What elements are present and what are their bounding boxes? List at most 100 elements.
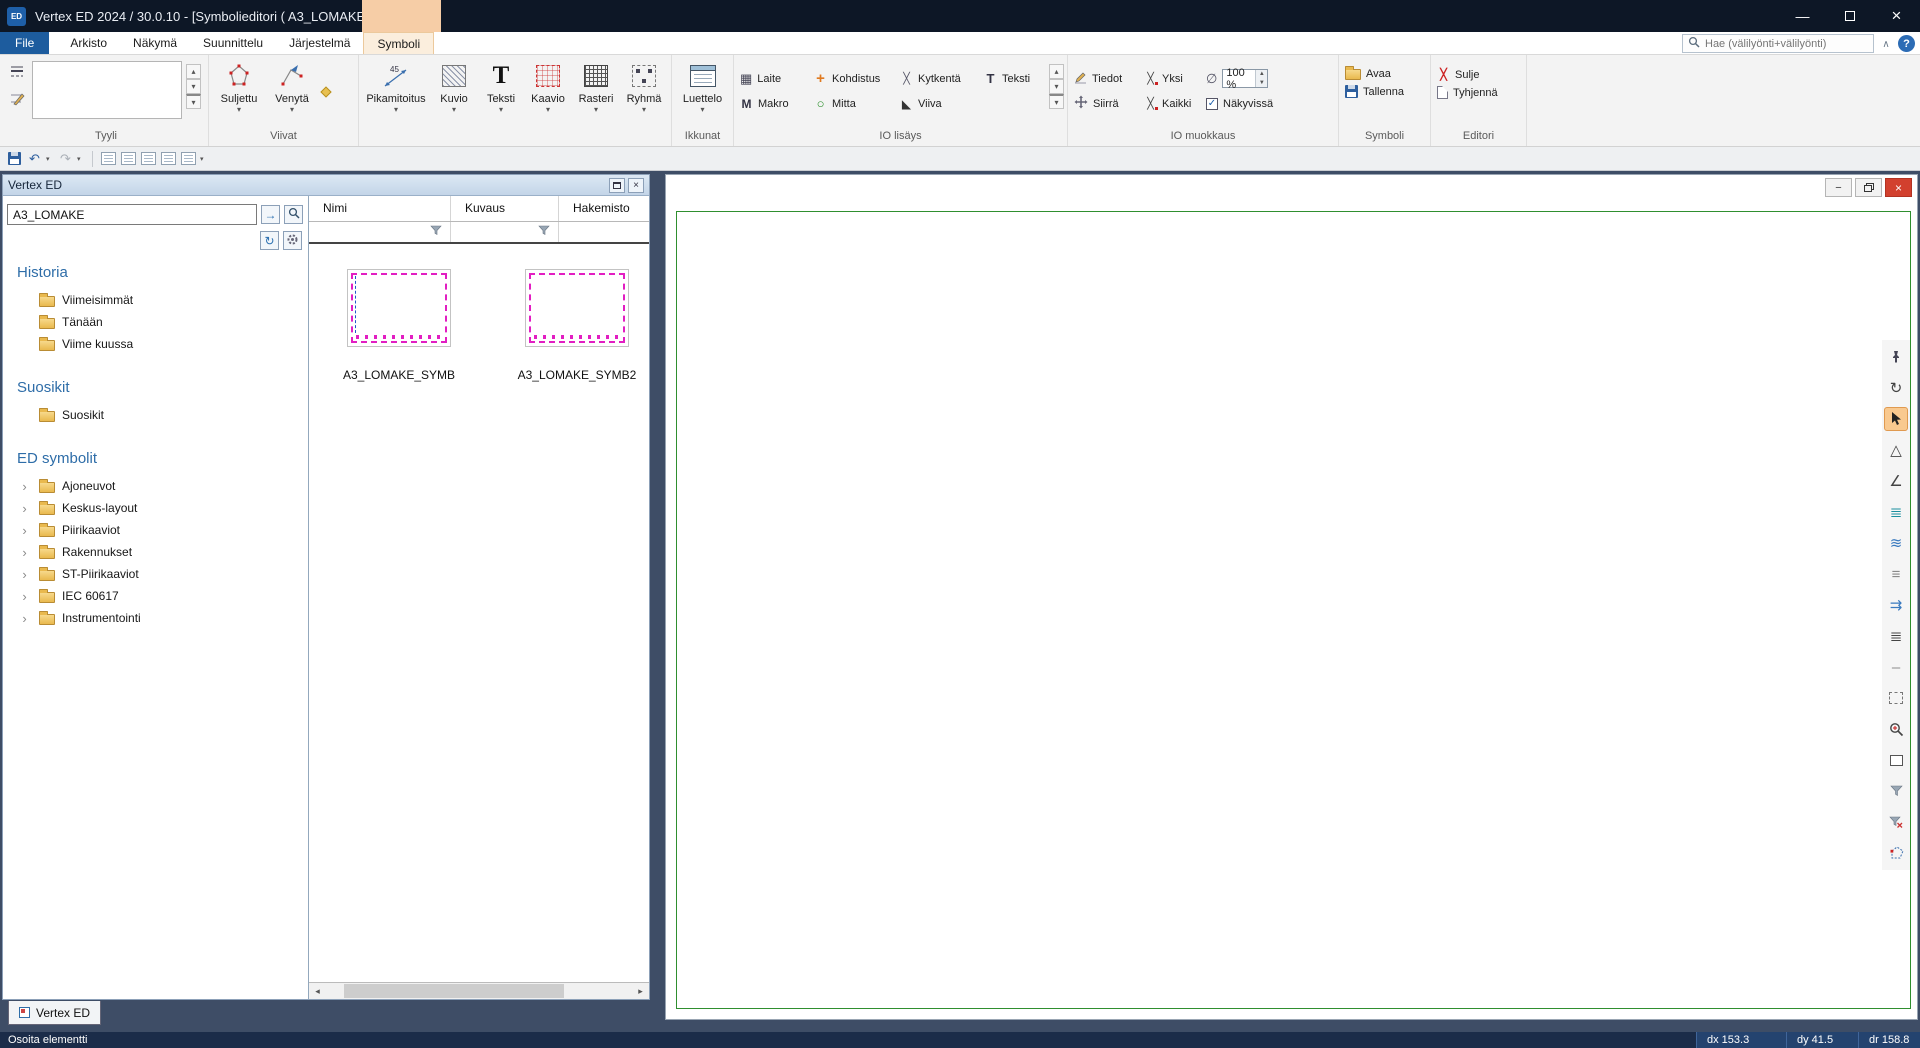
tab-arkisto[interactable]: Arkisto (57, 32, 120, 54)
yksi-button[interactable]: ╳Yksi (1141, 72, 1203, 85)
tree-item-tanaan[interactable]: Tänään (15, 311, 308, 333)
scroll-right-icon[interactable]: ▸ (632, 983, 649, 999)
avaa-button[interactable]: Avaa (1342, 68, 1407, 80)
chevron-right-icon[interactable]: › (17, 545, 32, 560)
rasteri-button[interactable]: Rasteri ▾ (572, 58, 620, 128)
mitta-button[interactable]: ○Mitta (811, 96, 897, 111)
settings-button[interactable] (283, 231, 302, 250)
symbol-thumbnail-a3-lomake-symb2[interactable] (525, 269, 629, 347)
maximize-button[interactable] (1826, 0, 1873, 32)
global-search-input[interactable] (1705, 38, 1868, 50)
horizontal-scrollbar[interactable]: ◂ ▸ (309, 982, 649, 999)
panel-tab-vertex-ed[interactable]: Vertex ED (8, 1001, 101, 1025)
symbol-thumbnail-a3-lomake-symb[interactable] (347, 269, 451, 347)
layers-flat-icon[interactable]: ≡ (1884, 562, 1908, 586)
tree-item-viimeisimmat[interactable]: Viimeisimmät (15, 289, 308, 311)
io-scroll-down-icon[interactable]: ▾ (1049, 79, 1064, 94)
tree-section-ed-symbolit[interactable]: ED symbolit (17, 450, 308, 467)
editor-close-button[interactable]: × (1885, 178, 1912, 197)
cursor-icon[interactable] (1884, 407, 1908, 431)
tree-section-suosikit[interactable]: Suosikit (17, 379, 308, 396)
tallenna-button[interactable]: Tallenna (1342, 85, 1407, 98)
layers-stack-icon[interactable]: ≣ (1884, 624, 1908, 648)
layers-wave-icon[interactable]: ≋ (1884, 531, 1908, 555)
symbol-name-label[interactable]: A3_LOMAKE_SYMB2 (487, 368, 667, 382)
zoom-plus-icon[interactable] (1884, 717, 1908, 741)
chevron-right-icon[interactable]: › (17, 567, 32, 582)
redo-dropdown-icon[interactable]: ▾ (77, 155, 85, 163)
rotate-view-icon[interactable]: ↻ (1884, 376, 1908, 400)
sulje-button[interactable]: ╳Sulje (1434, 68, 1501, 81)
tree-item-ajoneuvot[interactable]: ›Ajoneuvot (15, 475, 308, 497)
filter-icon[interactable] (538, 225, 550, 239)
ryhma-button[interactable]: Ryhmä ▾ (620, 58, 668, 128)
tree-item-piirikaaviot[interactable]: ›Piirikaaviot (15, 519, 308, 541)
chevron-right-icon[interactable]: › (17, 589, 32, 604)
tree-item-st-piirikaaviot[interactable]: ›ST-Piirikaaviot (15, 563, 308, 585)
io-scroll-up-icon[interactable]: ▴ (1049, 64, 1064, 79)
slope-line-icon[interactable]: ∠ (1884, 469, 1908, 493)
global-search-box[interactable] (1682, 34, 1874, 53)
venyta-button[interactable]: Venytä ▾ (266, 58, 318, 128)
kaavio-button[interactable]: Kaavio ▾ (524, 58, 572, 128)
symbol-name-label[interactable]: A3_LOMAKE_SYMB (309, 368, 489, 382)
spinner-arrows[interactable]: ▲▼ (1255, 70, 1267, 87)
panel-close-button[interactable]: × (628, 178, 644, 193)
io-more-icon[interactable]: ▾ (1049, 94, 1064, 109)
snap-grid-button[interactable] (140, 149, 157, 169)
selection-rect-icon[interactable] (1884, 686, 1908, 710)
tyhjenna-button[interactable]: Tyhjennä (1434, 86, 1501, 99)
search-button[interactable] (284, 205, 303, 224)
help-button[interactable]: ? (1898, 35, 1915, 52)
layers-teal-icon[interactable]: ≣ (1884, 500, 1908, 524)
tab-symboli[interactable]: Symboli (363, 32, 434, 54)
filter-icon[interactable] (1884, 779, 1908, 803)
drawing-canvas[interactable] (676, 211, 1911, 1009)
tree-section-historia[interactable]: Historia (17, 264, 308, 281)
luettelo-button[interactable]: Luettelo ▾ (675, 58, 730, 128)
refresh-button[interactable]: ↻ (260, 231, 279, 250)
column-header-hakemisto[interactable]: Hakemisto (559, 196, 649, 221)
undo-button[interactable]: ↶ (26, 149, 43, 169)
quick-save-button[interactable] (6, 149, 23, 169)
tab-nakyma[interactable]: Näkymä (120, 32, 190, 54)
spin-up-icon[interactable]: ▲ (1256, 70, 1267, 79)
scrollbar-thumb[interactable] (344, 984, 564, 998)
redo-button[interactable]: ↷ (57, 149, 74, 169)
tree-item-rakennukset[interactable]: ›Rakennukset (15, 541, 308, 563)
scroll-left-icon[interactable]: ◂ (309, 983, 326, 999)
toolbar-overflow-icon[interactable]: ▾ (200, 155, 208, 163)
spark-icon[interactable] (320, 86, 331, 97)
minimize-button[interactable]: — (1779, 0, 1826, 32)
style-edit-icon[interactable] (10, 90, 26, 109)
makro-button[interactable]: MMakro (737, 97, 811, 111)
triangle-icon[interactable]: △ (1884, 438, 1908, 462)
siirra-button[interactable]: Siirrä (1071, 95, 1141, 112)
pikamitoitus-button[interactable]: 45 Pikamitoitus ▾ (362, 58, 430, 128)
panel-titlebar[interactable]: Vertex ED × (3, 175, 649, 196)
teksti-button[interactable]: T Teksti ▾ (478, 58, 524, 128)
gallery-more-icon[interactable]: ▾ (186, 94, 201, 109)
tree-item-iec-60617[interactable]: ›IEC 60617 (15, 585, 308, 607)
scrollbar-track[interactable] (326, 983, 632, 999)
style-gallery[interactable] (32, 61, 182, 119)
viiva-button[interactable]: ◣Viiva (897, 97, 981, 111)
tree-item-keskus-layout[interactable]: ›Keskus-layout (15, 497, 308, 519)
tiedot-button[interactable]: Tiedot (1071, 71, 1141, 87)
undo-dropdown-icon[interactable]: ▾ (46, 155, 54, 163)
kytkenta-button[interactable]: ╳Kytkentä (897, 72, 981, 85)
io-teksti-button[interactable]: TTeksti (981, 71, 1045, 86)
dash-icon[interactable]: – (1884, 655, 1908, 679)
attach-button[interactable] (160, 149, 177, 169)
hierarchy-button[interactable] (180, 149, 197, 169)
tree-item-suosikit[interactable]: Suosikit (15, 404, 308, 426)
go-search-button[interactable]: → (261, 205, 280, 224)
float-panel-button[interactable] (609, 178, 625, 193)
kaikki-button[interactable]: ╳Kaikki (1141, 97, 1203, 110)
zoom-spinner[interactable]: 100 % ▲▼ (1222, 69, 1268, 88)
gallery-down-icon[interactable]: ▾ (186, 79, 201, 94)
checkbox-checked-icon[interactable]: ✓ (1206, 98, 1218, 110)
window-arrange-button[interactable] (120, 149, 137, 169)
chevron-right-icon[interactable]: › (17, 611, 32, 626)
lasso-icon[interactable] (1884, 841, 1908, 865)
